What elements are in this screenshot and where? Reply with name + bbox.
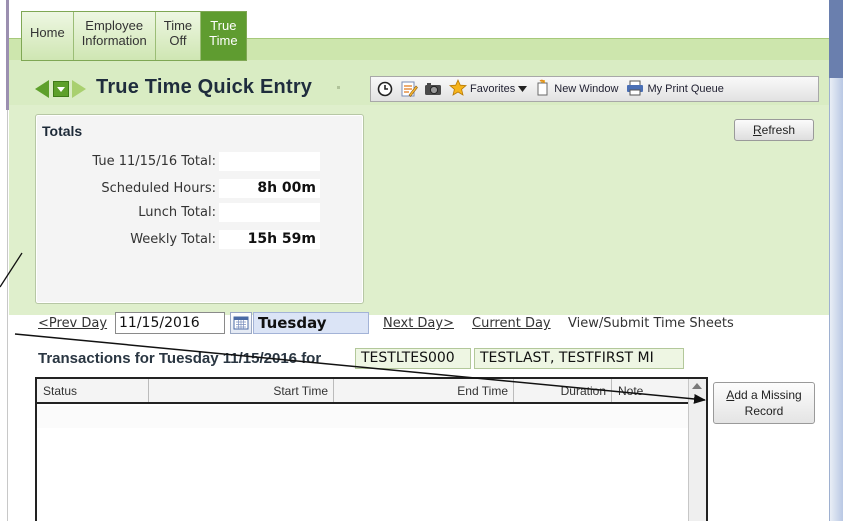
new-window-icon [535,79,551,99]
weekly-total-label: Weekly Total: [130,232,216,247]
scheduled-hours-value: 8h 00m [219,179,320,198]
table-row [37,406,688,428]
camera-icon[interactable] [423,80,443,98]
star-icon [448,79,468,99]
add-missing-record-label: Add a Missing Record [726,388,802,418]
weekly-total-value: 15h 59m [219,230,320,249]
tab-employee-information[interactable]: Employee Information [73,12,156,60]
col-status[interactable]: Status [37,379,149,402]
right-scrollbar-thumb[interactable] [829,0,843,78]
totals-title: Totals [42,123,83,139]
col-end-time[interactable]: End Time [334,379,514,402]
scroll-up-icon[interactable] [692,383,702,389]
tab-home[interactable]: Home [22,12,74,60]
favorites-button[interactable]: Favorites [447,79,529,99]
title-separator [337,86,340,89]
view-submit-link[interactable]: View/Submit Time Sheets [568,316,734,331]
printer-icon [626,80,644,99]
grid-header: Status Start Time End Time Duration Note [37,379,688,404]
refresh-button[interactable]: Refresh [734,119,814,141]
tab-time-off-label: Time Off [163,18,193,48]
tab-time-off[interactable]: Time Off [155,12,202,60]
employee-name: TESTLAST, TESTFIRST MI [474,348,684,369]
right-scrollbar[interactable] [829,0,843,521]
col-start-time[interactable]: Start Time [149,379,334,402]
add-missing-record-button[interactable]: Add a Missing Record [713,382,815,424]
print-queue-button[interactable]: My Print Queue [624,80,725,99]
tab-true-time[interactable]: True Time [201,12,246,60]
calendar-icon[interactable] [230,312,252,334]
transactions-title: Transactions for Tuesday 11/15/2016 for [38,350,322,367]
tab-home-label: Home [30,25,65,40]
lunch-total-label: Lunch Total: [138,205,216,220]
print-queue-label: My Print Queue [647,83,724,95]
forward-arrow-icon[interactable] [72,80,86,98]
lunch-total-value [219,203,320,222]
back-arrow-icon[interactable] [35,80,49,98]
prev-day-link[interactable]: <Prev Day [38,316,107,331]
employee-id: TESTLTES000 [355,348,471,369]
next-day-link[interactable]: Next Day> [383,316,454,331]
col-note[interactable]: Note [612,379,688,402]
new-window-label: New Window [554,83,619,95]
day-name: Tuesday [253,312,369,334]
tab-employee-information-label: Employee Information [81,18,147,48]
edit-notes-icon[interactable] [399,80,419,98]
total-day-value [219,152,320,171]
toolbar: Favorites New Window My Print Queue [370,76,819,102]
tab-true-time-label: True Time [209,18,238,48]
total-day-label: Tue 11/15/16 Total: [92,154,216,169]
col-duration[interactable]: Duration [514,379,612,402]
top-nav-tabs: Home Employee Information Time Off True … [21,11,247,61]
chevron-down-icon [518,83,528,95]
new-window-button[interactable]: New Window [533,79,620,99]
clock-icon[interactable] [375,80,395,98]
grid-scrollbar[interactable] [688,379,706,521]
date-input[interactable] [115,312,225,334]
current-day-link[interactable]: Current Day [472,316,551,331]
refresh-label: Refresh [752,123,796,137]
favorites-label: Favorites [470,83,516,95]
page-title: True Time Quick Entry [96,76,313,98]
menu-dropdown-icon[interactable] [53,81,69,97]
scheduled-hours-label: Scheduled Hours: [101,181,216,196]
